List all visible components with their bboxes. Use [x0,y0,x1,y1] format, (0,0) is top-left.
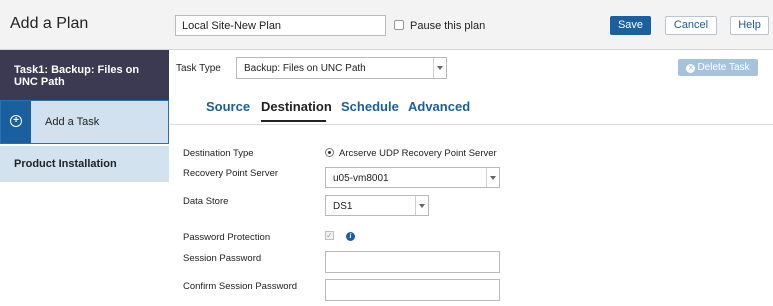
destination-type-label: Destination Type [183,148,254,159]
header-bar: Add a Plan Pause this plan Save Cancel H… [0,0,773,50]
task-type-select[interactable]: Backup: Files on UNC Path [236,57,447,79]
add-task-button[interactable]: + Add a Task [0,100,169,144]
rps-value: u05-vm8001 [333,173,389,184]
destination-type-radio[interactable] [325,148,334,157]
data-store-select[interactable]: DS1 [325,195,429,216]
add-icon-box[interactable]: + [1,101,31,143]
plan-name-input[interactable] [175,15,386,36]
session-password-input[interactable] [325,251,500,273]
pause-plan-label: Pause this plan [410,20,486,32]
info-icon[interactable]: i [346,232,355,241]
password-protection-checkbox[interactable]: ✓ [325,231,334,240]
chevron-down-icon[interactable] [433,58,446,78]
pause-plan-toggle[interactable]: Pause this plan [394,20,485,32]
plus-circle-icon: + [10,115,22,127]
session-password-label: Session Password [183,253,262,264]
chevron-down-icon[interactable] [415,196,428,215]
task-type-label: Task Type [176,63,221,74]
sidebar-item-product-installation[interactable]: Product Installation [0,146,169,182]
delete-task-button[interactable]: ✕ Delete Task [678,59,758,76]
page-title: Add a Plan [10,15,89,32]
tab-advanced[interactable]: Advanced [408,99,470,114]
sidebar: Task1: Backup: Files on UNC Path + Add a… [0,50,169,306]
tab-source[interactable]: Source [206,99,250,114]
cancel-button[interactable]: Cancel [665,16,717,35]
active-tab-indicator [261,120,326,122]
tab-destination[interactable]: Destination [261,99,332,114]
sidebar-item-task1[interactable]: Task1: Backup: Files on UNC Path [0,50,169,100]
rps-label: Recovery Point Server [183,168,279,179]
data-store-value: DS1 [333,201,353,212]
destination-type-value: Arcserve UDP Recovery Point Server [339,148,497,159]
save-button[interactable]: Save [610,16,651,35]
task-type-value: Backup: Files on UNC Path [244,63,366,74]
password-protection-label: Password Protection [183,232,271,243]
confirm-session-password-label: Confirm Session Password [183,281,298,292]
add-task-label: Add a Task [45,116,100,128]
delete-task-label: Delete Task [697,62,750,73]
help-button[interactable]: Help [730,16,769,35]
pause-plan-checkbox[interactable] [394,20,404,30]
data-store-label: Data Store [183,196,229,207]
confirm-session-password-input[interactable] [325,279,500,301]
chevron-down-icon[interactable] [486,168,499,187]
tab-schedule[interactable]: Schedule [341,99,399,114]
rps-select[interactable]: u05-vm8001 [325,167,500,188]
close-circle-icon: ✕ [686,64,696,73]
